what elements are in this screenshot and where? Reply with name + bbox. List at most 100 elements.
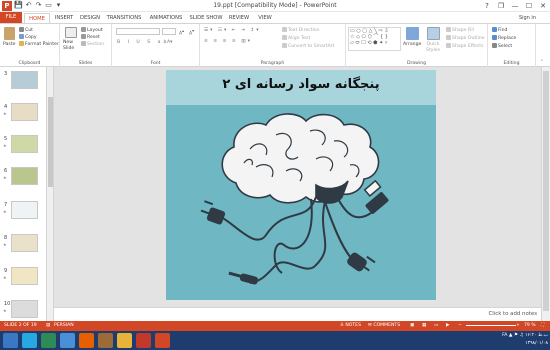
tab-review[interactable]: REVIEW bbox=[226, 13, 252, 23]
internet-explorer-icon[interactable] bbox=[60, 333, 75, 348]
new-slide-icon[interactable] bbox=[65, 27, 77, 38]
smartart-button[interactable]: Convert to SmartArt bbox=[282, 43, 334, 50]
power-plug-icon bbox=[200, 200, 226, 225]
font-color-icon[interactable]: A▾ bbox=[167, 40, 172, 46]
vertical-scroll-thumb[interactable] bbox=[543, 71, 549, 311]
tab-design[interactable]: DESIGN bbox=[78, 13, 102, 23]
ribbon-tabs: FILE HOME INSERT DESIGN TRANSITIONS ANIM… bbox=[0, 12, 550, 23]
tab-view[interactable]: VIEW bbox=[254, 13, 276, 23]
find-button[interactable]: Find bbox=[492, 27, 507, 34]
fit-slide-icon[interactable]: ⛶ bbox=[541, 321, 544, 331]
tab-transitions[interactable]: TRANSITIONS bbox=[104, 13, 144, 23]
tab-home[interactable]: HOME bbox=[24, 13, 50, 23]
vertical-scrollbar[interactable] bbox=[541, 67, 550, 321]
start-button-icon[interactable] bbox=[3, 333, 18, 348]
cut-button[interactable]: Cut bbox=[19, 27, 33, 34]
reading-view-icon[interactable]: ▭ bbox=[434, 321, 438, 331]
minimize-button[interactable]: — bbox=[508, 0, 522, 12]
transition-star-icon: ★ bbox=[3, 143, 7, 148]
shape-outline-button[interactable]: Shape Outline bbox=[446, 35, 484, 42]
powerpoint-taskbar-icon[interactable] bbox=[155, 333, 170, 348]
close-button[interactable]: ✕ bbox=[536, 0, 550, 12]
reset-button[interactable]: Reset bbox=[81, 34, 100, 41]
shape-fill-button[interactable]: Shape Fill bbox=[446, 27, 474, 34]
slide-thumbnail[interactable] bbox=[11, 167, 38, 185]
ribbon-display-icon[interactable]: ❐ bbox=[494, 0, 508, 12]
clipboard-group: Paste Cut Copy Format Painter Clipboard bbox=[0, 24, 60, 67]
thumbnail-scroll-thumb[interactable] bbox=[48, 97, 53, 187]
font-name-box[interactable] bbox=[116, 28, 160, 35]
spellcheck-icon[interactable]: ▤ bbox=[46, 321, 50, 331]
comments-button[interactable]: ✉ COMMENTS bbox=[368, 321, 400, 331]
slide-thumbnail[interactable] bbox=[11, 103, 38, 121]
copy-button[interactable]: Copy bbox=[19, 34, 37, 41]
sign-in-link[interactable]: Sign in bbox=[519, 13, 536, 23]
thumbnail-number: 4 bbox=[4, 104, 8, 110]
slide-thumbnail[interactable] bbox=[11, 300, 38, 318]
format-painter-button[interactable]: Format Painter bbox=[19, 41, 59, 48]
brain-icon bbox=[221, 113, 380, 204]
align-text-icon bbox=[282, 35, 287, 40]
quick-styles-button[interactable]: Quick Styles bbox=[424, 42, 442, 54]
zoom-out-icon[interactable]: − bbox=[458, 321, 462, 331]
slide-thumbnail[interactable] bbox=[11, 135, 38, 153]
slide-thumbnail[interactable] bbox=[11, 234, 38, 252]
system-tray[interactable]: FA ▲ ⚑ ♫ ۱۶:۲۰ ب.ظ ۱۳۹۸/۰۱/۰۸ bbox=[502, 332, 548, 348]
text-direction-button[interactable]: Text Direction bbox=[282, 27, 320, 34]
shrink-font-icon[interactable]: A▾ bbox=[189, 28, 194, 38]
slide-thumbnail[interactable] bbox=[11, 201, 38, 219]
notes-button[interactable]: ≙ NOTES bbox=[340, 321, 361, 331]
list-buttons[interactable]: ☰▾ ☷▾ ⇤ ⇥ ↕▾ bbox=[204, 28, 261, 34]
video-app-icon[interactable] bbox=[136, 333, 151, 348]
arrange-button[interactable]: Arrange bbox=[403, 42, 421, 48]
slide-title[interactable]: پنجگانه سواد رسانه ای ۲ bbox=[166, 77, 436, 92]
font-format-buttons[interactable]: B I U S ab bbox=[117, 40, 169, 46]
help-icon[interactable]: ? bbox=[480, 0, 494, 12]
tab-insert[interactable]: INSERT bbox=[52, 13, 76, 23]
zoom-slider[interactable] bbox=[466, 325, 516, 326]
slide-sorter-icon[interactable]: ▦ bbox=[422, 321, 426, 331]
media-player-icon[interactable] bbox=[98, 333, 113, 348]
tab-file[interactable]: FILE bbox=[0, 12, 22, 23]
new-slide-button[interactable]: New Slide bbox=[63, 40, 79, 52]
notes-pane[interactable]: Click to add notes bbox=[54, 307, 541, 321]
collapse-ribbon-icon[interactable]: ⌃ bbox=[540, 60, 544, 66]
replace-button[interactable]: Replace bbox=[492, 35, 516, 42]
align-buttons[interactable]: ≡ ≡ ≡ ≡ ▥▾ bbox=[204, 39, 252, 45]
current-slide[interactable]: پنجگانه سواد رسانه ای ۲ bbox=[166, 70, 436, 300]
shape-effects-button[interactable]: Shape Effects bbox=[446, 43, 483, 50]
quick-styles-icon[interactable] bbox=[427, 27, 440, 40]
copy-icon bbox=[19, 34, 24, 39]
shapes-gallery[interactable]: ▭ ○ ▢ △ ╲ ⇨ ⇩ ☆ ◇ ⬠ ⬡ ⌒ { } ▱ ⬭ ☐ ⟲ ⬟ ✦ ▿ bbox=[348, 27, 401, 51]
browser-icon[interactable] bbox=[41, 333, 56, 348]
language-indicator[interactable]: PERSIAN bbox=[54, 321, 74, 331]
maximize-button[interactable]: ☐ bbox=[522, 0, 536, 12]
grow-font-icon[interactable]: A▴ bbox=[179, 28, 184, 38]
telegram-icon[interactable] bbox=[22, 333, 37, 348]
normal-view-icon[interactable]: ▣ bbox=[410, 321, 414, 331]
arrange-icon[interactable] bbox=[406, 27, 419, 40]
zoom-in-icon[interactable]: + bbox=[516, 321, 520, 331]
slide-thumbnail[interactable] bbox=[11, 267, 38, 285]
firefox-icon[interactable] bbox=[79, 333, 94, 348]
select-button[interactable]: Select bbox=[492, 43, 512, 50]
font-size-box[interactable] bbox=[162, 28, 176, 35]
layout-button[interactable]: Layout bbox=[81, 27, 103, 34]
tab-slide-show[interactable]: SLIDE SHOW bbox=[188, 13, 224, 23]
slides-group: New Slide Layout Reset Section Slides bbox=[60, 24, 112, 67]
status-bar: SLIDE 2 OF 19 ▤ PERSIAN ≙ NOTES ✉ COMMEN… bbox=[0, 321, 550, 331]
file-explorer-icon[interactable] bbox=[117, 333, 132, 348]
paste-icon[interactable] bbox=[4, 27, 15, 40]
section-button[interactable]: Section bbox=[81, 41, 104, 48]
tray-language[interactable]: FA bbox=[502, 333, 507, 338]
paste-button[interactable]: Paste bbox=[3, 42, 15, 48]
cut-label: Cut bbox=[25, 28, 33, 33]
tab-animations[interactable]: ANIMATIONS bbox=[146, 13, 186, 23]
align-text-button[interactable]: Align Text bbox=[282, 35, 310, 42]
slide-thumbnail[interactable] bbox=[11, 71, 38, 89]
slideshow-view-icon[interactable]: ▶ bbox=[446, 321, 450, 331]
find-label: Find bbox=[498, 28, 508, 33]
zoom-level[interactable]: 79 % bbox=[524, 321, 536, 331]
thumbnail-scrollbar[interactable] bbox=[47, 67, 54, 321]
smartart-label: Convert to SmartArt bbox=[288, 44, 335, 49]
